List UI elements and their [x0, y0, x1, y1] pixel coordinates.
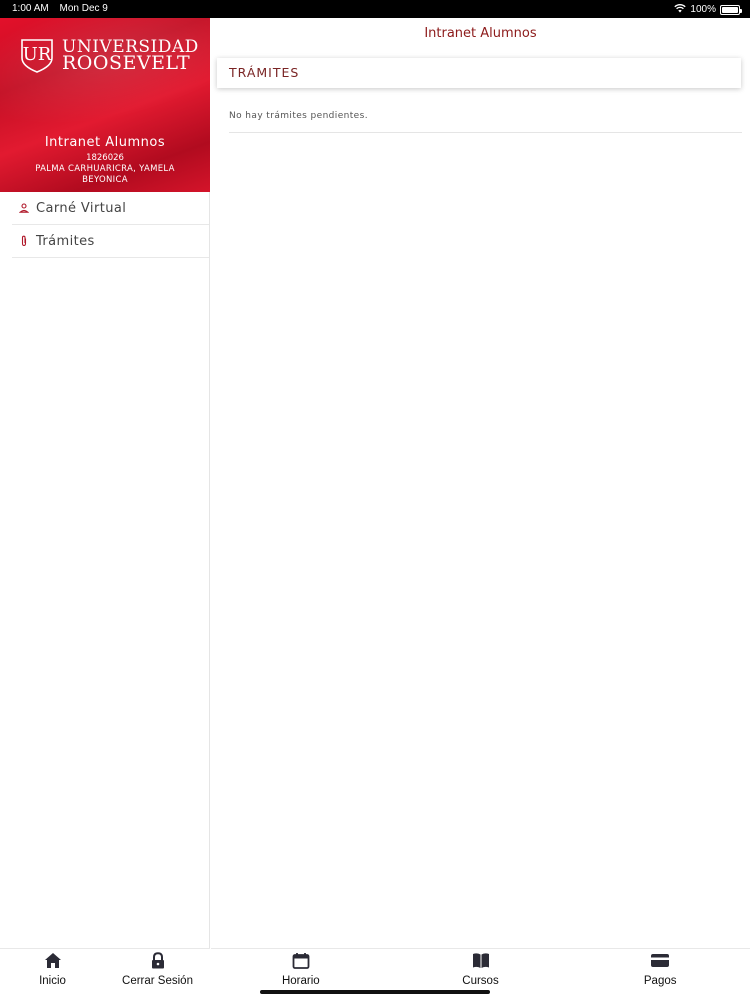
- section-title: TRÁMITES: [229, 65, 300, 80]
- sidebar-item-carne-virtual[interactable]: Carné Virtual: [12, 192, 209, 225]
- university-crest-icon: UR: [18, 36, 56, 74]
- tab-inicio[interactable]: Inicio: [0, 949, 105, 1000]
- person-icon: [12, 203, 36, 213]
- logo-mark-text: UR: [23, 44, 52, 65]
- status-bar: 1:00 AM Mon Dec 9 100%: [0, 0, 750, 18]
- tab-label: Pagos: [643, 975, 677, 987]
- status-time: 1:00 AM: [12, 3, 49, 14]
- empty-state-message: No hay trámites pendientes.: [229, 111, 368, 121]
- main-content: Intranet Alumnos TRÁMITES No hay trámite…: [211, 18, 750, 948]
- divider: [229, 132, 742, 133]
- section-header-card: TRÁMITES: [217, 58, 741, 88]
- sidebar-title: Intranet Alumnos: [44, 135, 166, 150]
- credit-card-icon: [650, 952, 670, 972]
- home-indicator[interactable]: [260, 990, 490, 994]
- university-logo: UR UNIVERSIDAD ROOSEVELT: [18, 36, 199, 74]
- sidebar-item-label: Trámites: [36, 233, 95, 249]
- book-icon: [472, 952, 490, 972]
- status-date: Mon Dec 9: [59, 3, 108, 14]
- tab-label: Inicio: [39, 975, 66, 987]
- tab-pagos[interactable]: Pagos: [570, 949, 750, 1000]
- wifi-icon: [674, 3, 687, 16]
- sidebar-header: UR UNIVERSIDAD ROOSEVELT Intranet Alumno…: [0, 18, 210, 192]
- home-icon: [44, 952, 62, 972]
- paperclip-icon: [12, 235, 36, 247]
- sidebar-item-tramites[interactable]: Trámites: [12, 225, 209, 258]
- tab-label: Horario: [281, 975, 320, 987]
- lock-icon: [150, 952, 166, 972]
- page-title: Intranet Alumnos: [424, 26, 537, 41]
- student-name: PALMA CARHUARICRA, YAMELA BEYONICA: [35, 164, 175, 185]
- battery-percent: 100%: [690, 4, 716, 15]
- sidebar: UR UNIVERSIDAD ROOSEVELT Intranet Alumno…: [0, 18, 210, 987]
- calendar-icon: [292, 952, 310, 972]
- tab-cerrar-sesion[interactable]: Cerrar Sesión: [105, 949, 210, 1000]
- sidebar-item-label: Carné Virtual: [36, 200, 127, 216]
- tab-label: Cursos: [462, 975, 499, 987]
- student-code: 1826026: [86, 153, 124, 163]
- tab-label: Cerrar Sesión: [122, 975, 193, 987]
- sidebar-tab-bar: Inicio Cerrar Sesión: [0, 948, 210, 1000]
- battery-icon: [720, 4, 742, 15]
- logo-line-2: ROOSEVELT: [62, 52, 191, 74]
